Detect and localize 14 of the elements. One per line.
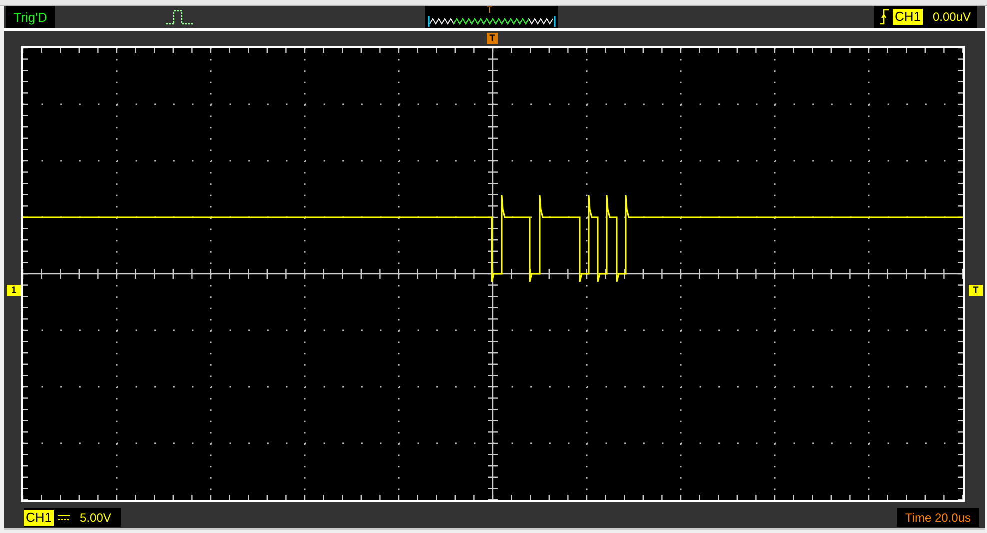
trigger-position-marker[interactable]: T [487,32,498,44]
timebase: Time 20.0us [897,508,979,528]
trigger-channel: CH1 [892,9,923,26]
trigger-status: Trig'D [6,6,55,28]
volts-per-division: 5.00V [80,510,112,525]
dc-coupling-icon [58,514,70,521]
rising-edge-icon [880,9,889,26]
channel-label: CH1 [24,510,54,526]
trigger-level: 0.00uV [932,10,971,24]
trigger-position-bar[interactable]: T [425,6,558,28]
trigger-position-marker: T [487,5,492,16]
trigger-level-marker[interactable]: T [969,284,983,296]
pulse-icon [165,9,195,26]
channel-marker[interactable]: 1 [7,284,21,296]
